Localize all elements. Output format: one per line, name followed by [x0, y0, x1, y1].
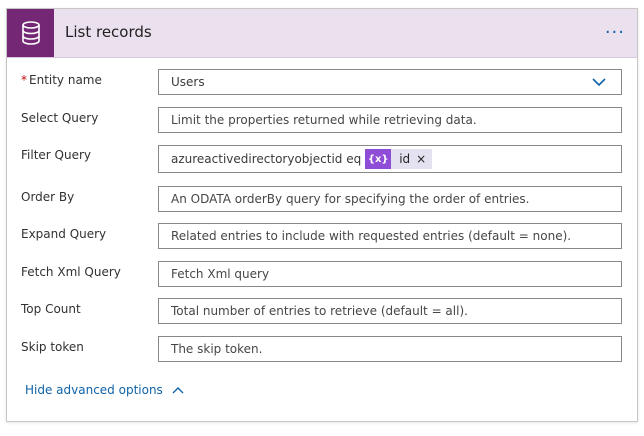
- entity-name-value: Users: [171, 75, 205, 89]
- filter-query-value: azureactivedirectoryobjectid eq: [171, 152, 362, 166]
- top-count-input[interactable]: Total number of entries to retrieve (def…: [158, 298, 622, 324]
- expression-icon: {x}: [365, 149, 392, 169]
- card-title: List records: [65, 23, 152, 41]
- fetch-xml-query-label: Fetch Xml Query: [21, 265, 121, 279]
- expand-query-input[interactable]: Related entries to include with requeste…: [158, 223, 622, 249]
- top-count-label: Top Count: [21, 302, 81, 316]
- close-icon[interactable]: ×: [414, 152, 432, 166]
- top-count-placeholder: Total number of entries to retrieve (def…: [171, 304, 468, 318]
- hide-advanced-options-link[interactable]: Hide advanced options: [25, 383, 185, 397]
- expand-query-label: Expand Query: [21, 227, 107, 241]
- order-by-placeholder: An ODATA orderBy query for specifying th…: [171, 192, 530, 206]
- hide-advanced-options-label: Hide advanced options: [25, 383, 163, 397]
- order-by-input[interactable]: An ODATA orderBy query for specifying th…: [158, 186, 622, 212]
- filter-query-input[interactable]: azureactivedirectoryobjectid eq {x} id ×: [158, 145, 622, 173]
- entity-name-dropdown[interactable]: Users: [158, 69, 622, 95]
- skip-token-label: Skip token: [21, 340, 84, 354]
- fetch-xml-query-placeholder: Fetch Xml query: [171, 267, 270, 281]
- list-records-card: List records ··· * Entity name Users Sele…: [6, 8, 638, 422]
- fetch-xml-query-input[interactable]: Fetch Xml query: [158, 261, 622, 287]
- entity-name-label: * Entity name: [21, 73, 102, 87]
- required-star: *: [21, 73, 27, 87]
- database-icon: [7, 9, 54, 57]
- card-header[interactable]: List records ···: [7, 9, 637, 58]
- skip-token-placeholder: The skip token.: [171, 342, 263, 356]
- chevron-down-icon: [591, 76, 607, 91]
- order-by-label: Order By: [21, 190, 75, 204]
- select-query-placeholder: Limit the properties returned while retr…: [171, 113, 477, 127]
- expand-query-placeholder: Related entries to include with requeste…: [171, 229, 572, 243]
- more-options-button[interactable]: ···: [605, 22, 625, 43]
- select-query-label: Select Query: [21, 111, 99, 125]
- select-query-input[interactable]: Limit the properties returned while retr…: [158, 107, 622, 133]
- filter-query-label: Filter Query: [21, 148, 92, 162]
- skip-token-input[interactable]: The skip token.: [158, 336, 622, 362]
- chevron-up-icon: [171, 385, 185, 395]
- dynamic-content-token[interactable]: {x} id ×: [365, 149, 433, 169]
- token-label: id: [399, 152, 411, 166]
